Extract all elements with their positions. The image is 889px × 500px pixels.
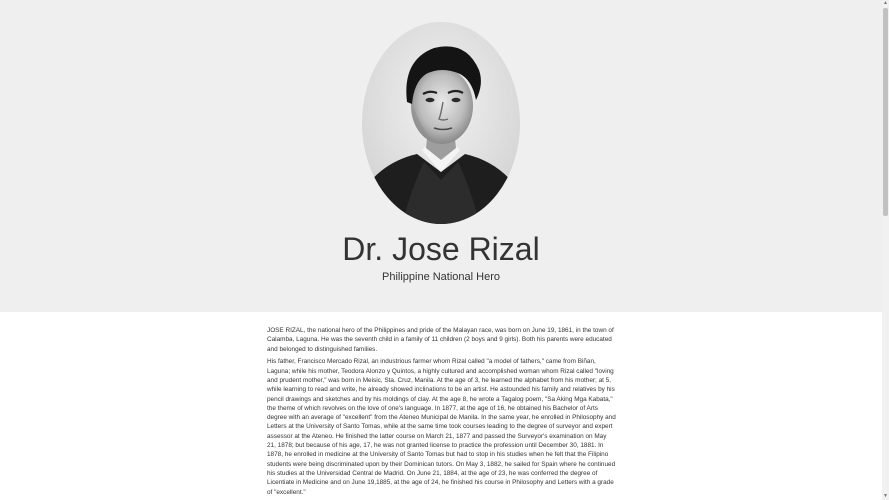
page-title: Dr. Jose Rizal: [342, 231, 540, 267]
page-subtitle: Philippine National Hero: [381, 271, 500, 283]
browser-viewport: Dr. Jose Rizal Philippine National Hero …: [0, 0, 889, 500]
portrait-image: [362, 22, 520, 224]
vertical-scrollbar[interactable]: ▲ ▼: [882, 0, 889, 500]
hero-section: Dr. Jose Rizal Philippine National Hero: [0, 0, 882, 312]
chevron-down-icon[interactable]: ▼: [882, 493, 889, 500]
portrait-illustration: [362, 22, 520, 224]
chevron-up-icon[interactable]: ▲: [882, 0, 889, 7]
biography-paragraph: JOSE RIZAL, the national hero of the Phi…: [267, 327, 614, 353]
biography-content: JOSE RIZAL, the national hero of the Phi…: [267, 326, 616, 500]
scrollbar-thumb[interactable]: [883, 8, 888, 216]
page: Dr. Jose Rizal Philippine National Hero …: [0, 0, 882, 500]
biography-paragraph: His father, Francisco Mercado Rizal, an …: [267, 358, 616, 496]
